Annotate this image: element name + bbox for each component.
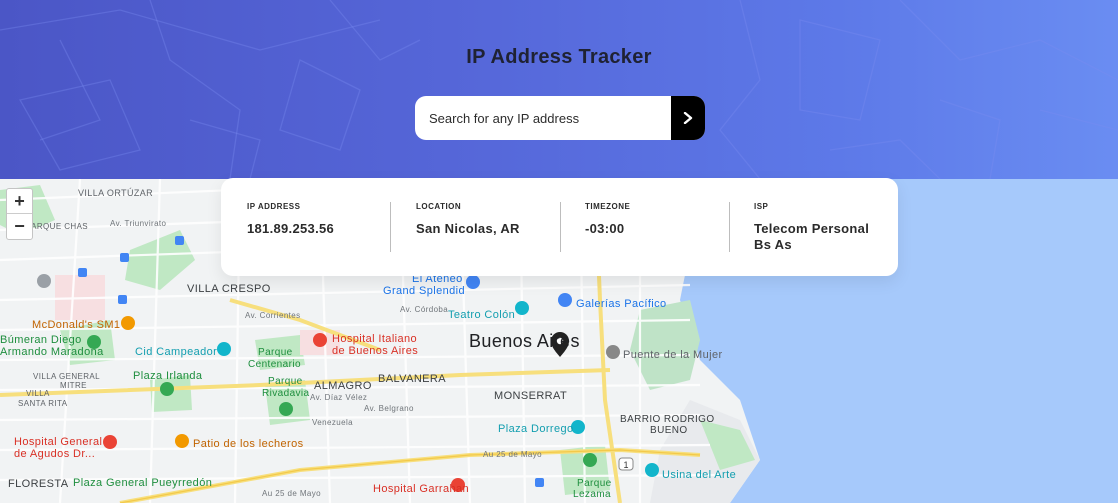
map-label: BARRIO RODRIGO <box>620 414 715 425</box>
timezone-value: -03:00 <box>585 221 625 236</box>
map-label: Galerías Pacífico <box>576 298 667 310</box>
map-label: Hospital Garrahan <box>373 483 469 495</box>
theatre-icon <box>515 301 529 315</box>
zoom-control: + − <box>6 188 33 240</box>
park-icon <box>583 453 597 467</box>
map-label: BUENO <box>650 425 688 436</box>
map-label: MONSERRAT <box>494 390 567 402</box>
map-label: VILLA CRESPO <box>187 283 271 295</box>
search-submit-button[interactable] <box>671 96 705 140</box>
header-pattern <box>0 0 1118 179</box>
map-label: Parque <box>258 347 293 358</box>
shopping-icon <box>466 275 480 289</box>
map-label: FLORESTA <box>8 478 69 490</box>
route-shield-label: 1 <box>623 460 628 470</box>
subway-icon <box>78 268 87 277</box>
map-label: ALMAGRO <box>314 380 372 392</box>
map-label: Av. Triunvirato <box>110 219 167 228</box>
map-label: VILLA <box>26 389 50 398</box>
map-label: Plaza General Pueyrredón <box>73 477 212 489</box>
map-label: PARQUE CHAS <box>26 222 88 231</box>
shopping-icon <box>558 293 572 307</box>
ip-address-label: IP ADDRESS <box>247 202 301 211</box>
monument-icon <box>217 342 231 356</box>
park-area <box>125 230 195 290</box>
map-label: Centenario <box>248 359 301 370</box>
map-label: Plaza Dorrego <box>498 423 574 435</box>
location-value: San Nicolas, AR <box>416 221 520 236</box>
isp-value: Telecom Personal Bs As <box>754 221 869 253</box>
subway-icon <box>118 295 127 304</box>
subway-icon <box>535 478 544 487</box>
isp-value-line: Bs As <box>754 237 792 252</box>
map-label: VILLA ORTÚZAR <box>78 188 153 198</box>
map-label: Rivadavia <box>262 388 310 399</box>
timezone-label: TIMEZONE <box>585 202 631 211</box>
map-label: Hospital General <box>14 436 102 448</box>
divider <box>729 202 730 252</box>
museum-icon <box>645 463 659 477</box>
map-label: Parque <box>268 376 303 387</box>
isp-stat: ISP Telecom Personal Bs As <box>754 202 869 253</box>
info-card: IP ADDRESS 181.89.253.56 LOCATION San Ni… <box>221 178 898 276</box>
map-label: Patio de los lecheros <box>193 438 304 450</box>
map-label: Au 25 de Mayo <box>262 489 321 498</box>
page-title: IP Address Tracker <box>466 46 652 68</box>
map-label: Av. Díaz Vélez <box>310 393 367 402</box>
map-label: de Agudos Dr... <box>14 448 95 460</box>
map-label: Puente de la Mujer <box>623 349 723 361</box>
divider <box>560 202 561 252</box>
subway-icon <box>175 236 184 245</box>
map-label: Cid Campeador <box>135 346 217 358</box>
map-label: Grand Splendid <box>383 285 465 297</box>
map-label: SANTA RITA <box>18 399 68 408</box>
park-icon <box>160 382 174 396</box>
restaurant-icon <box>121 316 135 330</box>
park-icon <box>279 402 293 416</box>
map-label: Av. Córdoba <box>400 305 448 314</box>
map-label: Teatro Colón <box>448 309 515 321</box>
map-label: de Buenos Aires <box>332 345 418 357</box>
hospital-icon <box>103 435 117 449</box>
map-label: Buenos Aires <box>469 331 580 351</box>
zoom-in-button[interactable]: + <box>7 189 32 214</box>
location-stat: LOCATION San Nicolas, AR <box>416 202 520 237</box>
map-label: McDonald's SM1 <box>32 319 120 331</box>
bridge-icon <box>606 345 620 359</box>
timezone-stat: TIMEZONE -03:00 <box>585 202 630 237</box>
map-label: Usina del Arte <box>662 469 736 481</box>
location-label: LOCATION <box>416 202 462 211</box>
isp-label: ISP <box>754 202 769 211</box>
map-label: Au 25 de Mayo <box>483 450 542 459</box>
ip-address-stat: IP ADDRESS 181.89.253.56 <box>247 202 334 237</box>
map-label: Av. Belgrano <box>364 404 414 413</box>
header-banner: IP Address Tracker <box>0 0 1118 179</box>
map-label: Lezama <box>573 489 611 500</box>
map-label: Hospital Italiano <box>332 333 417 345</box>
chevron-right-icon <box>683 112 693 124</box>
map-label: Venezuela <box>312 418 353 427</box>
map-label: BALVANERA <box>378 373 446 385</box>
map-label: Armando Maradona <box>0 346 104 358</box>
map-label: Búmeran Diego <box>0 334 82 346</box>
restaurant-icon <box>175 434 189 448</box>
map-label: Plaza Irlanda <box>133 370 203 382</box>
isp-value-line: Telecom Personal <box>754 221 870 236</box>
subway-icon <box>120 253 129 262</box>
search-bar <box>415 96 705 140</box>
hospital-icon <box>313 333 327 347</box>
search-input[interactable] <box>415 96 671 140</box>
building-icon <box>37 274 51 288</box>
map-label: VILLA GENERAL <box>33 372 100 381</box>
zoom-out-button[interactable]: − <box>7 214 32 238</box>
map-label: Av. Corrientes <box>245 311 301 320</box>
ip-address-value: 181.89.253.56 <box>247 221 335 236</box>
map-label: MITRE <box>60 381 87 390</box>
divider <box>390 202 391 252</box>
map-label: Parque <box>577 478 612 489</box>
